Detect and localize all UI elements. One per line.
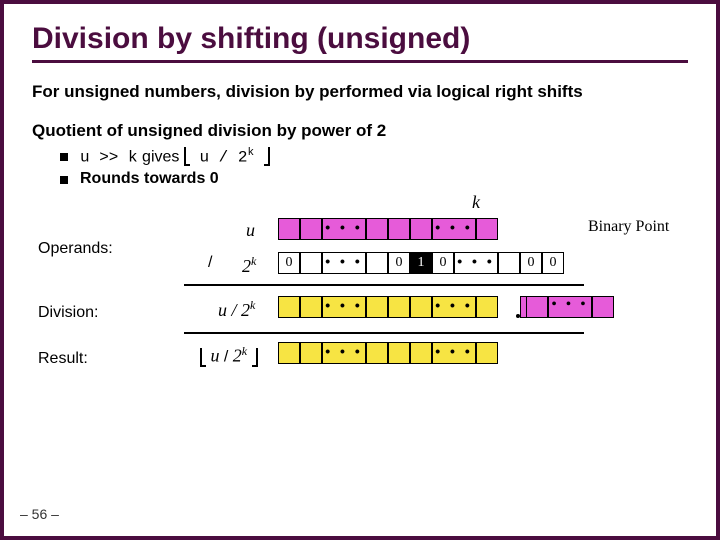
title-rule	[32, 60, 688, 63]
floor-left-icon	[184, 147, 190, 165]
bullet2-text: Rounds towards 0	[80, 170, 219, 188]
bullet1-expr: u / 2	[190, 148, 248, 166]
result-row: • • • • • •	[278, 342, 498, 364]
division-label: Division:	[38, 304, 98, 322]
result-bar	[184, 332, 584, 334]
fraction-row: • • •	[520, 296, 614, 318]
bullet-2: Rounds towards 0	[60, 170, 688, 188]
division-row: • • • • • •	[278, 296, 498, 318]
operands-label: Operands:	[38, 240, 113, 258]
subhead: Quotient of unsigned division by power o…	[32, 121, 688, 141]
floor-right-icon	[264, 147, 270, 165]
u-row: • • • • • •	[278, 218, 498, 240]
bullet-square-icon	[60, 176, 68, 184]
u-over-2k-label: u / 2k	[218, 298, 255, 321]
k-label: k	[472, 192, 480, 213]
bullet-square-icon	[60, 153, 68, 161]
division-bar	[184, 284, 584, 286]
result-label: Result:	[38, 350, 88, 368]
diagram: k Binary Point Operands: Division: Resul…	[32, 196, 688, 426]
floor-u-over-2k: u / 2k	[200, 344, 258, 366]
bullet1-code: u >> k	[80, 148, 138, 166]
page-number: – 56 –	[20, 506, 59, 522]
slash-label: /	[208, 254, 212, 272]
binary-point-label: Binary Point	[588, 218, 669, 236]
u-label: u	[246, 220, 255, 241]
intro-text: For unsigned numbers, division by perfor…	[32, 81, 672, 103]
two-k-row: 0 • • • 0 1 0 • • • 0 0	[278, 252, 564, 274]
two-k-denom: 2k	[242, 254, 256, 277]
bullet-1: u >> k gives u / 2k	[60, 147, 688, 166]
slide-title: Division by shifting (unsigned)	[32, 22, 688, 56]
bullet1-mid: gives	[138, 148, 184, 165]
